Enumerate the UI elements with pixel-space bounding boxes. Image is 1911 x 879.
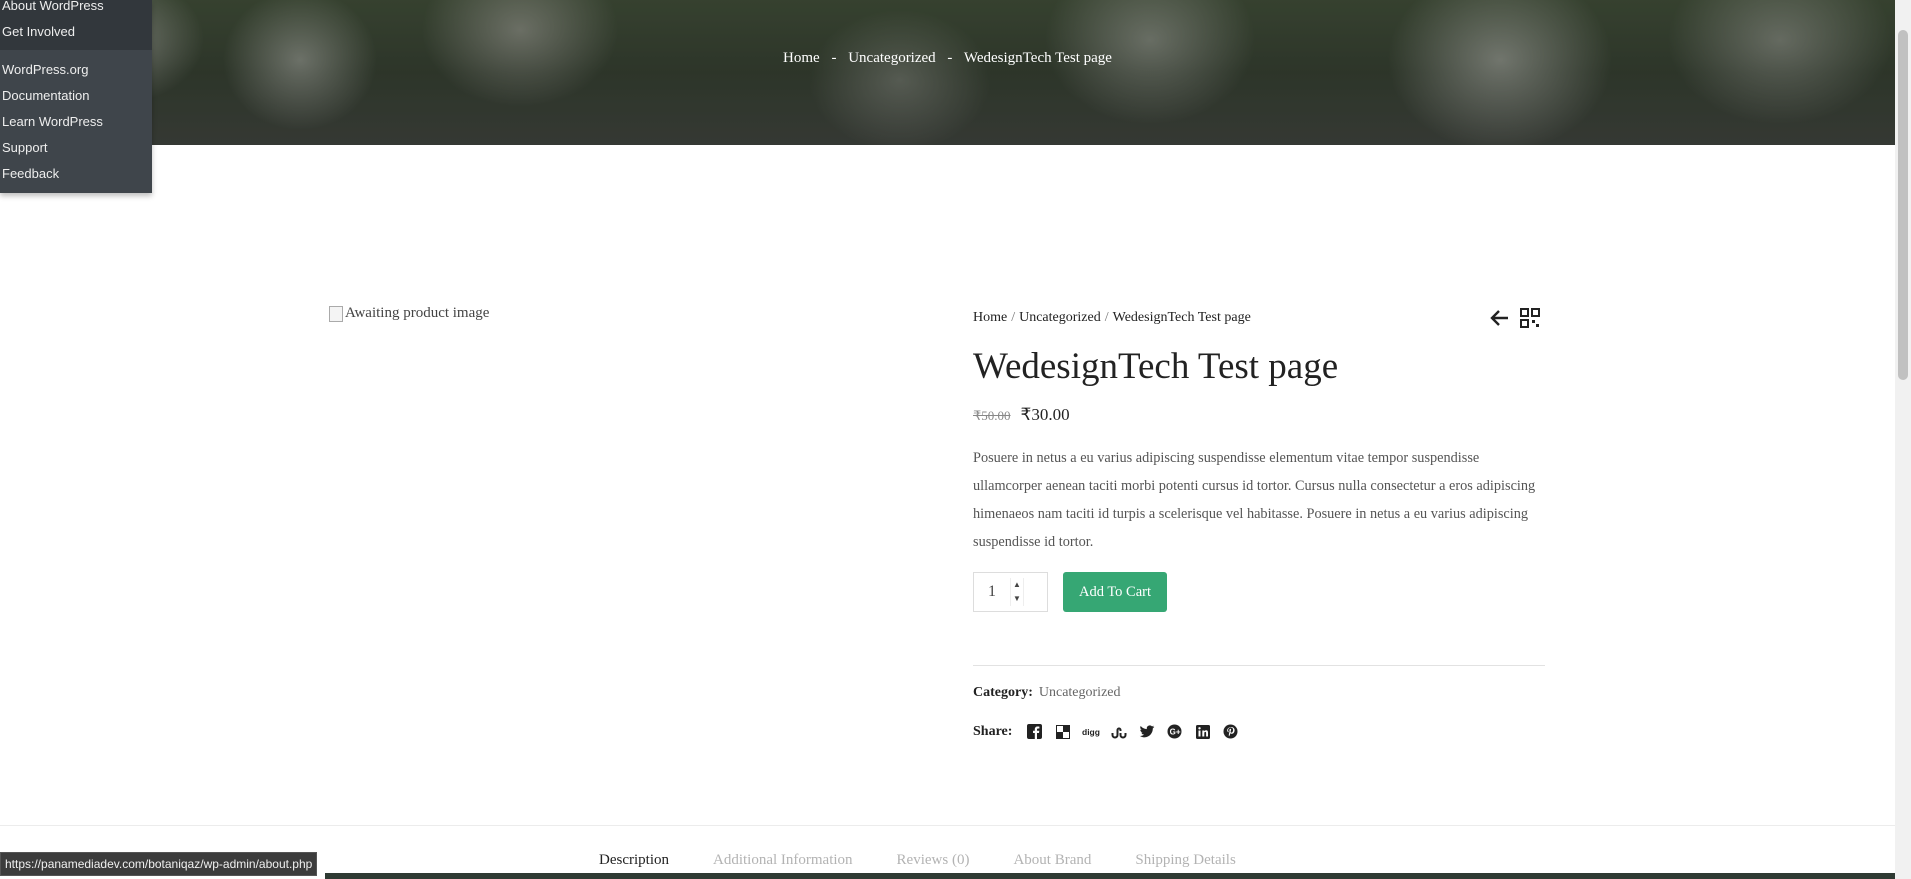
chevron-up-icon[interactable]: ▲	[1013, 578, 1021, 592]
delicious-icon[interactable]	[1053, 722, 1072, 741]
share-row: Share: digg G+	[973, 722, 1240, 741]
old-price: ₹50.00	[973, 408, 1011, 423]
current-price: ₹30.00	[1020, 405, 1070, 424]
product-breadcrumb: Home / Uncategorized / WedesignTech Test pag…	[973, 310, 1251, 326]
meta-divider	[973, 665, 1545, 666]
quantity-arrows[interactable]: ▲ ▼	[1010, 578, 1024, 606]
product-title: WedesignTech Test page	[973, 346, 1339, 387]
admin-menu-wordpress-org[interactable]: WordPress.org	[0, 62, 90, 78]
admin-menu-feedback[interactable]: Feedback	[0, 166, 61, 182]
arrow-left-icon[interactable]	[1490, 309, 1510, 332]
tab-description[interactable]: Description	[599, 852, 669, 869]
status-bar-url: https://panamediadev.com/botaniqaz/wp-ad…	[0, 852, 318, 876]
product-price: ₹50.00 ₹30.00	[973, 405, 1070, 425]
hero-crumb-separator: -	[947, 50, 953, 66]
crumb-current: WedesignTech Test page	[1112, 310, 1251, 325]
svg-text:digg: digg	[1082, 727, 1100, 737]
admin-menu-learn-wordpress[interactable]: Learn WordPress	[0, 114, 105, 130]
product-image-alt-text: Awaiting product image	[345, 305, 490, 321]
chevron-down-icon[interactable]: ▼	[1013, 592, 1021, 606]
hero-crumb-separator: -	[831, 50, 837, 66]
quantity-stepper[interactable]: 1 ▲ ▼	[973, 572, 1048, 612]
product-image[interactable]: Awaiting product image	[329, 305, 489, 322]
google-plus-icon[interactable]: G+	[1165, 722, 1184, 741]
tab-about-brand[interactable]: About Brand	[1013, 852, 1091, 869]
crumb-category[interactable]: Uncategorized	[1019, 310, 1101, 325]
broken-image-icon	[329, 305, 343, 322]
stumbleupon-icon[interactable]	[1109, 722, 1128, 741]
crumb-separator: /	[1104, 310, 1109, 325]
admin-menu-support[interactable]: Support	[0, 140, 50, 156]
linkedin-icon[interactable]	[1193, 722, 1212, 741]
tab-shipping-details[interactable]: Shipping Details	[1135, 852, 1235, 869]
add-to-cart-button[interactable]: Add To Cart	[1063, 572, 1167, 612]
tab-reviews[interactable]: Reviews (0)	[897, 852, 970, 869]
admin-menu-about-wordpress[interactable]: About WordPress	[0, 0, 106, 14]
facebook-icon[interactable]	[1025, 722, 1044, 741]
product-nav	[1490, 308, 1540, 333]
footer-edge	[325, 873, 1895, 879]
hero-crumb-current: WedesignTech Test page	[963, 50, 1112, 66]
scrollbar-thumb[interactable]	[1898, 30, 1908, 380]
product-tabs: Description Additional Information Revie…	[599, 852, 1236, 869]
product-description: Posuere in netus a eu varius adipiscing …	[973, 450, 1536, 550]
hero-banner: Home - Uncategorized - WedesignTech Test…	[0, 0, 1895, 145]
hero-crumb-category[interactable]: Uncategorized	[848, 50, 935, 66]
share-label: Share:	[973, 723, 1013, 739]
grid-icon[interactable]	[1520, 308, 1540, 333]
crumb-home[interactable]: Home	[973, 310, 1007, 325]
admin-menu-documentation[interactable]: Documentation	[0, 88, 91, 104]
tab-additional-information[interactable]: Additional Information	[713, 852, 853, 869]
svg-text:G+: G+	[1170, 728, 1181, 737]
product-category: Category: Uncategorized	[973, 685, 1121, 701]
tabs-divider	[0, 825, 1895, 826]
pinterest-icon[interactable]	[1221, 722, 1240, 741]
admin-menu-get-involved[interactable]: Get Involved	[0, 24, 77, 40]
wp-admin-dropdown: About WordPress Get Involved WordPress.o…	[0, 0, 152, 193]
twitter-icon[interactable]	[1137, 722, 1156, 741]
crumb-separator: /	[1011, 310, 1016, 325]
category-link[interactable]: Uncategorized	[1039, 685, 1121, 700]
quantity-input[interactable]: 1	[988, 583, 1008, 601]
hero-crumb-home[interactable]: Home	[783, 50, 820, 66]
page-scrollbar[interactable]	[1895, 0, 1911, 879]
hero-overlay	[0, 0, 1895, 145]
hero-breadcrumb: Home - Uncategorized - WedesignTech Test…	[0, 50, 1895, 67]
digg-icon[interactable]: digg	[1081, 722, 1100, 741]
category-label: Category:	[973, 685, 1033, 700]
